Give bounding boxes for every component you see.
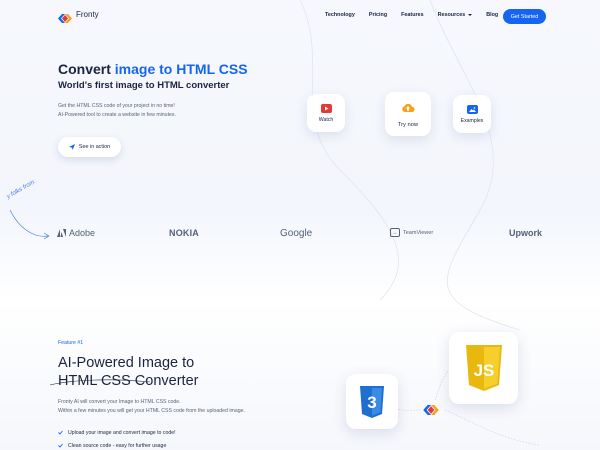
google-logo: Google: [280, 228, 313, 239]
check-text: Upload your image and convert image to c…: [68, 429, 176, 436]
send-icon: [68, 144, 75, 150]
js-logo-tile: JS: [449, 332, 518, 404]
teamviewer-text: TeamViewer: [403, 229, 434, 236]
top-header: Fronty Technology Pricing Features Resou…: [0, 0, 600, 34]
feature-title-line2: HTML CSS Converter: [58, 373, 199, 389]
css-logo-tile: 3: [346, 374, 398, 429]
list-item: Upload your image and convert image to c…: [58, 426, 176, 439]
watch-label: Watch: [318, 116, 334, 123]
examples-card[interactable]: Examples: [453, 95, 491, 133]
teamviewer-logo: ↔ TeamViewer: [390, 228, 433, 237]
logo[interactable]: Fronty: [58, 10, 99, 23]
hero-desc-line1: Get the HTML CSS code of your project in…: [58, 103, 175, 109]
feature-title: AI-Powered Image to HTML CSS Converter: [58, 354, 278, 390]
upwork-logo: Upwork: [509, 228, 543, 238]
hero-subtitle: World's first image to HTML converter: [58, 80, 230, 91]
hero-description: Get the HTML CSS code of your project in…: [58, 102, 258, 119]
feature-desc-line1: Fronty AI will convert your Image to HTM…: [58, 399, 181, 405]
check-icon: [58, 443, 63, 448]
check-text: Clean source code - easy for further usa…: [68, 442, 167, 449]
feature-description: Fronty AI will convert your Image to HTM…: [58, 398, 318, 416]
try-now-label: Try now: [397, 122, 419, 128]
feature-desc-line2: Within a few minutes you will get your H…: [58, 407, 245, 414]
nokia-logo: NOKIA: [169, 228, 199, 238]
javascript-icon: JS: [465, 345, 502, 391]
js-badge-text: JS: [473, 361, 494, 380]
hero-title: Convert image to HTML CSS: [58, 61, 248, 77]
nav-resources-label: Resources: [437, 12, 466, 18]
fronty-logo-icon: [423, 405, 439, 415]
css3-badge-text: 3: [367, 393, 376, 412]
see-in-action-button[interactable]: See in action: [58, 137, 121, 157]
nav-resources[interactable]: Resources: [438, 12, 473, 18]
adobe-text: Adobe: [69, 228, 96, 238]
brand-logos: Adobe NOKIA Google ↔ TeamViewer Upwork: [0, 228, 600, 244]
list-item: Clean source code - easy for further usa…: [58, 439, 176, 450]
examples-label: Examples: [460, 117, 484, 124]
fronty-mini-logo: [421, 404, 441, 416]
nav-technology[interactable]: Technology: [325, 12, 355, 18]
adobe-icon: [57, 229, 66, 237]
get-started-button[interactable]: Get Started: [503, 9, 546, 24]
fronty-logo-icon: [58, 10, 72, 23]
feature-tag: Feature #1: [58, 340, 84, 346]
nav-blog[interactable]: Blog: [486, 12, 498, 18]
feature-title-line1: AI-Powered Image to: [58, 355, 195, 371]
adobe-logo: Adobe: [57, 228, 95, 238]
see-in-action-label: See in action: [78, 144, 111, 150]
image-icon: [466, 104, 478, 114]
hero-title-prefix: Convert: [58, 61, 115, 77]
watch-card[interactable]: Watch: [307, 94, 345, 132]
chevron-down-icon: [468, 14, 473, 16]
teamviewer-icon: ↔: [390, 228, 400, 237]
css3-icon: 3: [360, 385, 384, 418]
nav-features[interactable]: Features: [401, 12, 423, 18]
feature-checklist: Upload your image and convert image to c…: [58, 426, 176, 450]
main-nav: Technology Pricing Features Resources Bl…: [325, 12, 512, 18]
nav-pricing[interactable]: Pricing: [369, 12, 387, 18]
check-icon: [58, 430, 63, 435]
cloud-upload-icon: [401, 100, 415, 118]
hero-desc-line2: AI-Powered tool to create a website in f…: [58, 111, 176, 118]
youtube-icon: [320, 103, 332, 113]
try-now-card[interactable]: Try now: [385, 92, 431, 136]
hero-title-accent: image to HTML CSS: [114, 61, 248, 77]
logo-text: Fronty: [76, 10, 99, 19]
